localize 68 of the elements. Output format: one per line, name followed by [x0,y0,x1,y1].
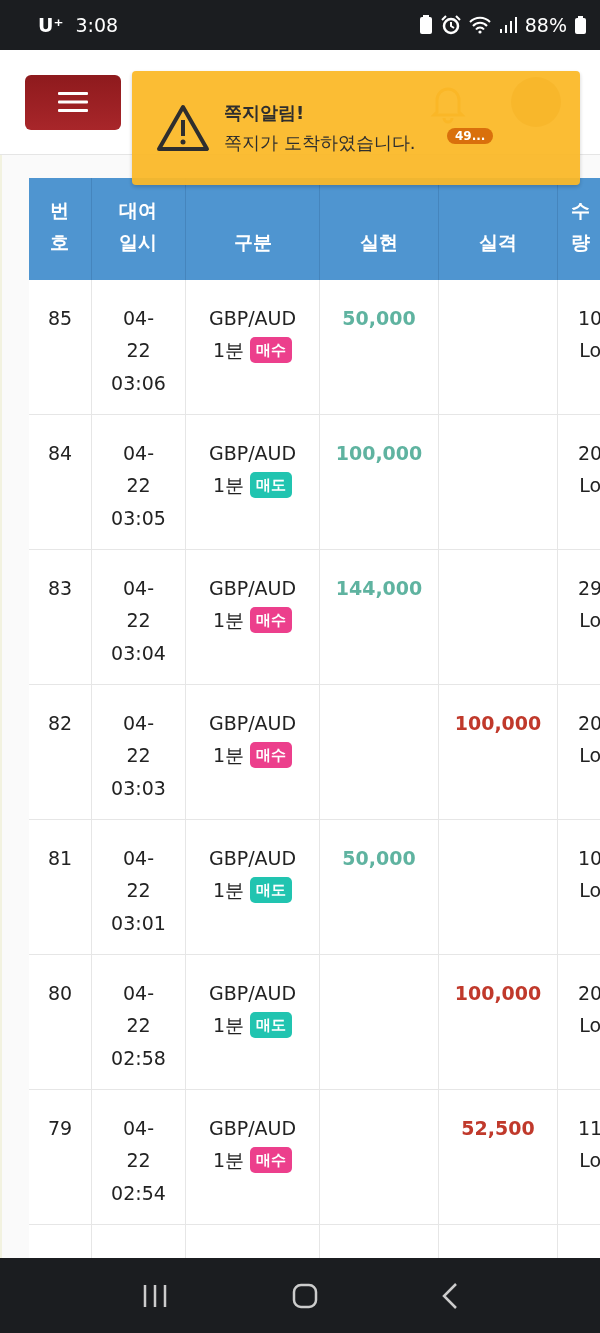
toast-title: 쪽지알림! [224,101,306,125]
table-cell-text: 52,500 [461,1116,535,1141]
table-cell-text: 04-22 03:06 [111,306,166,396]
table-cell-text: 29 Lo [578,576,600,634]
trade-type-badge: 매도 [250,472,293,499]
currency-pair: GBP/AUD [208,306,297,331]
table-cell-text: 04-22 03:03 [111,711,166,801]
table-cell-text: 83 [47,576,73,601]
table-cell-text: 80 [47,981,73,1006]
table-cell-text: 100,000 [335,441,423,466]
table-cell-text: 04-22 02:58 [111,981,166,1071]
trade-type-badge: 매도 [250,1012,293,1039]
column-header: 대여 일시 [92,178,186,280]
table-cell-text: 82 [47,711,73,736]
table-cell-text: 20 Lo [578,711,600,769]
back-icon[interactable] [442,1281,458,1310]
battery-icon [575,16,586,34]
recent-apps-icon[interactable] [142,1283,168,1308]
column-header: 수량 [558,178,600,280]
wifi-icon [468,16,491,34]
table-cell-text: 50,000 [342,846,416,871]
menu-button[interactable] [25,74,121,130]
table-cell-text: 144,000 [335,576,423,601]
table-cell-text: 79 [47,1116,73,1141]
trade-type-badge: 매수 [250,742,293,769]
currency-pair: GBP/AUD [208,1116,297,1141]
notification-badge: 49... [447,128,494,144]
menu-icon [58,92,88,112]
currency-pair: GBP/AUD [208,846,297,871]
interval-label: 1분 [212,743,245,769]
table-cell-text: 20 Lo [578,441,600,499]
home-icon[interactable] [292,1282,318,1309]
trade-type-badge: 매수 [250,1147,293,1174]
trade-type-badge: 매도 [250,877,293,904]
warning-icon [156,104,210,152]
interval-label: 1분 [212,338,245,364]
table-cell-text: 11 Lo [578,1116,600,1174]
trade-type-badge: 매수 [250,337,293,364]
table-cell-text: 100,000 [454,711,542,736]
signal-icon [498,16,517,34]
currency-pair: GBP/AUD [208,981,297,1006]
interval-label: 1분 [212,1148,245,1174]
column-header: 번호 [29,178,92,280]
battery-percent: 88% [524,14,567,36]
table-cell-text: 100,000 [454,981,542,1006]
table-cell-text: 50,000 [342,306,416,331]
interval-label: 1분 [212,608,245,634]
table-cell-text: 04-22 03:05 [111,441,166,531]
table-cell-text: 10 Lo [578,846,600,904]
currency-pair: GBP/AUD [208,576,297,601]
table-cell-text: 04-22 02:54 [111,1116,166,1206]
trade-type-badge: 매수 [250,607,293,634]
interval-label: 1분 [212,878,245,904]
table-cell-text: 20 Lo [578,981,600,1039]
table-cell-text: 84 [47,441,73,466]
interval-label: 1분 [212,473,245,499]
table-cell-text: 85 [47,306,73,331]
table-cell-text: 81 [47,846,73,871]
carrier-label: U⁺ [38,14,64,36]
table-cell-text: 04-22 03:04 [111,576,166,666]
toast-message: 쪽지가 도착하였습니다. [224,131,416,155]
clock-time: 3:08 [75,14,119,36]
interval-label: 1분 [212,1013,245,1039]
table-cell-text: 04-22 03:01 [111,846,166,936]
currency-pair: GBP/AUD [208,711,297,736]
currency-pair: GBP/AUD [208,441,297,466]
alarm-icon [440,15,461,35]
table-cell-text: 10 Lo [578,306,600,364]
